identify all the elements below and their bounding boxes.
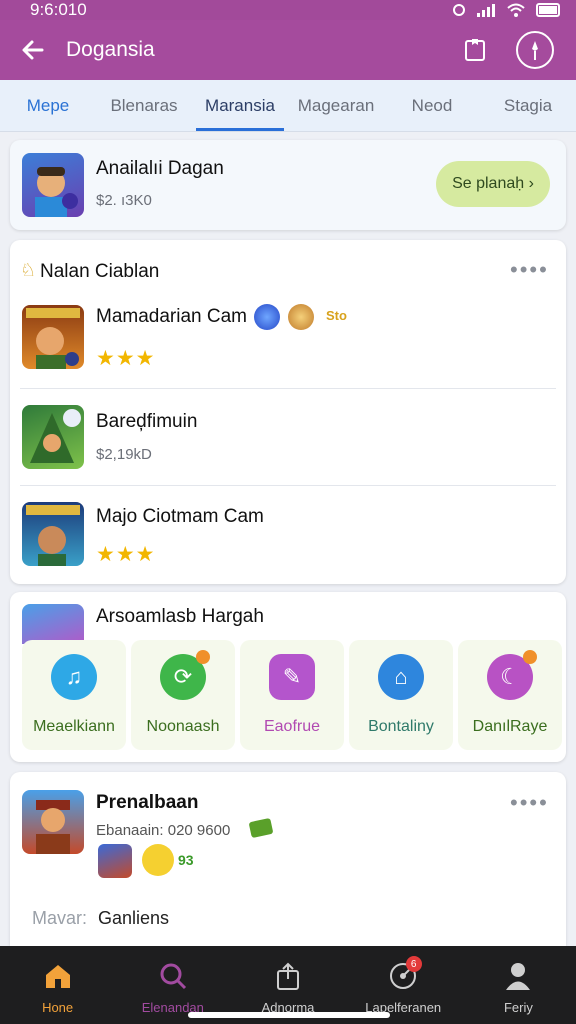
nav-label: Hone — [42, 1000, 74, 1015]
profile-icon — [502, 960, 534, 992]
bookmark-button[interactable] — [456, 31, 494, 69]
footer-value: Ganliens — [98, 908, 170, 928]
planet-icon: ☾ — [487, 650, 537, 700]
section3-thumbnail — [22, 790, 84, 854]
share-icon — [272, 960, 304, 992]
page-title: Dogansia — [66, 38, 155, 61]
arrow-left-icon — [22, 40, 44, 60]
quick-action-refresh[interactable]: ⟳ Noonaash — [131, 640, 235, 750]
search-icon — [157, 960, 189, 992]
notification-badge: 6 — [405, 956, 422, 972]
game-thumbnail-1 — [22, 305, 84, 369]
list-item-price: $2,19kD — [96, 446, 152, 463]
section-card-3: Prenalbaan •••• Ebanaain: 020 9600 93 Ma… — [10, 772, 566, 946]
quick-action-label: Bontaliny — [368, 718, 434, 735]
nav-profile[interactable]: Feriy — [461, 946, 576, 1024]
home-indicator[interactable] — [188, 1012, 390, 1018]
tab-magearan[interactable]: Magearan — [288, 80, 384, 131]
game-thumbnail-2 — [22, 405, 84, 469]
featured-action-button[interactable]: Se planaḥ › — [436, 161, 550, 207]
battery-icon — [536, 3, 560, 17]
brush-icon — [532, 41, 538, 60]
smiley-icon — [142, 844, 174, 876]
list-item-name: Majo Ciotmam Cam — [96, 506, 264, 527]
game-thumbnail-3 — [22, 502, 84, 566]
divider — [20, 485, 556, 486]
quick-action-house[interactable]: ⌂ Bontaliny — [349, 640, 453, 750]
quick-action-edit[interactable]: ✎ Eaofrue — [240, 640, 344, 750]
tab-neod[interactable]: Neod — [384, 80, 480, 131]
more-options-icon[interactable]: •••• — [510, 790, 549, 816]
cash-icon — [248, 817, 274, 839]
tab-mepe[interactable]: Mepe — [0, 80, 96, 131]
home-icon — [42, 960, 74, 992]
divider — [20, 388, 556, 389]
mini-game-icon — [98, 844, 132, 878]
bookmark-icon — [465, 39, 485, 61]
bonus-badge: Sto — [326, 308, 347, 323]
coin-icon — [288, 304, 314, 330]
list-item-name: Mamadarian Cam — [96, 306, 247, 327]
section-card-1: ♘ Nalan Ciablan •••• Mamadarian Cam Sto … — [10, 240, 566, 584]
section3-title: Prenalbaan — [96, 792, 199, 813]
star-rating: ★★★ — [96, 543, 156, 566]
quick-action-label: Noonaash — [146, 718, 220, 735]
refresh-icon: ⟳ — [160, 650, 210, 700]
star-rating: ★★★ — [96, 347, 156, 370]
brush-button[interactable] — [516, 31, 554, 69]
quick-action-label: Eaofrue — [263, 718, 321, 735]
notification-dot — [523, 650, 537, 664]
edit-icon: ✎ — [269, 654, 315, 700]
featured-price: $2. ı3K0 — [96, 192, 152, 209]
status-bar: 9:6:010 — [0, 0, 576, 20]
tab-blenaras[interactable]: Blenaras — [96, 80, 192, 131]
featured-name: Anailalıi Dagan — [96, 158, 224, 179]
music-note-icon: ♫ — [51, 654, 97, 700]
globe-icon — [254, 304, 280, 330]
more-options-icon[interactable]: •••• — [510, 257, 549, 283]
coin-count: 93 — [178, 852, 194, 868]
status-time: 9:6:010 — [30, 0, 87, 19]
back-button[interactable] — [0, 37, 66, 63]
section1-title: Nalan Ciablan — [40, 261, 160, 282]
tab-stagia[interactable]: Stagia — [480, 80, 576, 131]
signal-icon — [477, 4, 495, 17]
list-item-name: Bareḑfimuin — [96, 411, 198, 432]
section2-thumbnail — [22, 604, 84, 644]
house-icon: ⌂ — [378, 654, 424, 700]
tab-maransia[interactable]: Maransia — [192, 80, 288, 131]
section3-subtitle: Ebanaain: 020 9600 — [96, 822, 231, 839]
quick-action-planet[interactable]: ☾ DanılRaye — [458, 640, 562, 750]
trophy-icon: ♘ — [20, 260, 37, 280]
alarm-icon — [453, 4, 465, 16]
featured-thumbnail — [22, 153, 84, 217]
section-card-2: Arsoamlasb Hargah ♫ Meaelkiann ⟳ Noonaas… — [10, 592, 566, 762]
quick-action-label: DanılRaye — [472, 718, 548, 735]
quick-action-label: Meaelkiann — [33, 718, 115, 735]
quick-action-music[interactable]: ♫ Meaelkiann — [22, 640, 126, 750]
tab-bar: Mepe Blenaras Maransia Magearan Neod Sta… — [0, 80, 576, 132]
featured-card[interactable]: Anailalıi Dagan $2. ı3K0 Se planaḥ › — [10, 140, 566, 230]
notification-dot — [196, 650, 210, 664]
nav-label: Feriy — [503, 1000, 533, 1015]
app-bar: Dogansia — [0, 20, 576, 80]
section2-title: Arsoamlasb Hargah — [96, 606, 264, 627]
footer-label: Mavar: — [32, 908, 88, 928]
nav-home[interactable]: Hone — [0, 946, 115, 1024]
wifi-icon — [507, 3, 525, 17]
status-icons — [452, 3, 562, 17]
